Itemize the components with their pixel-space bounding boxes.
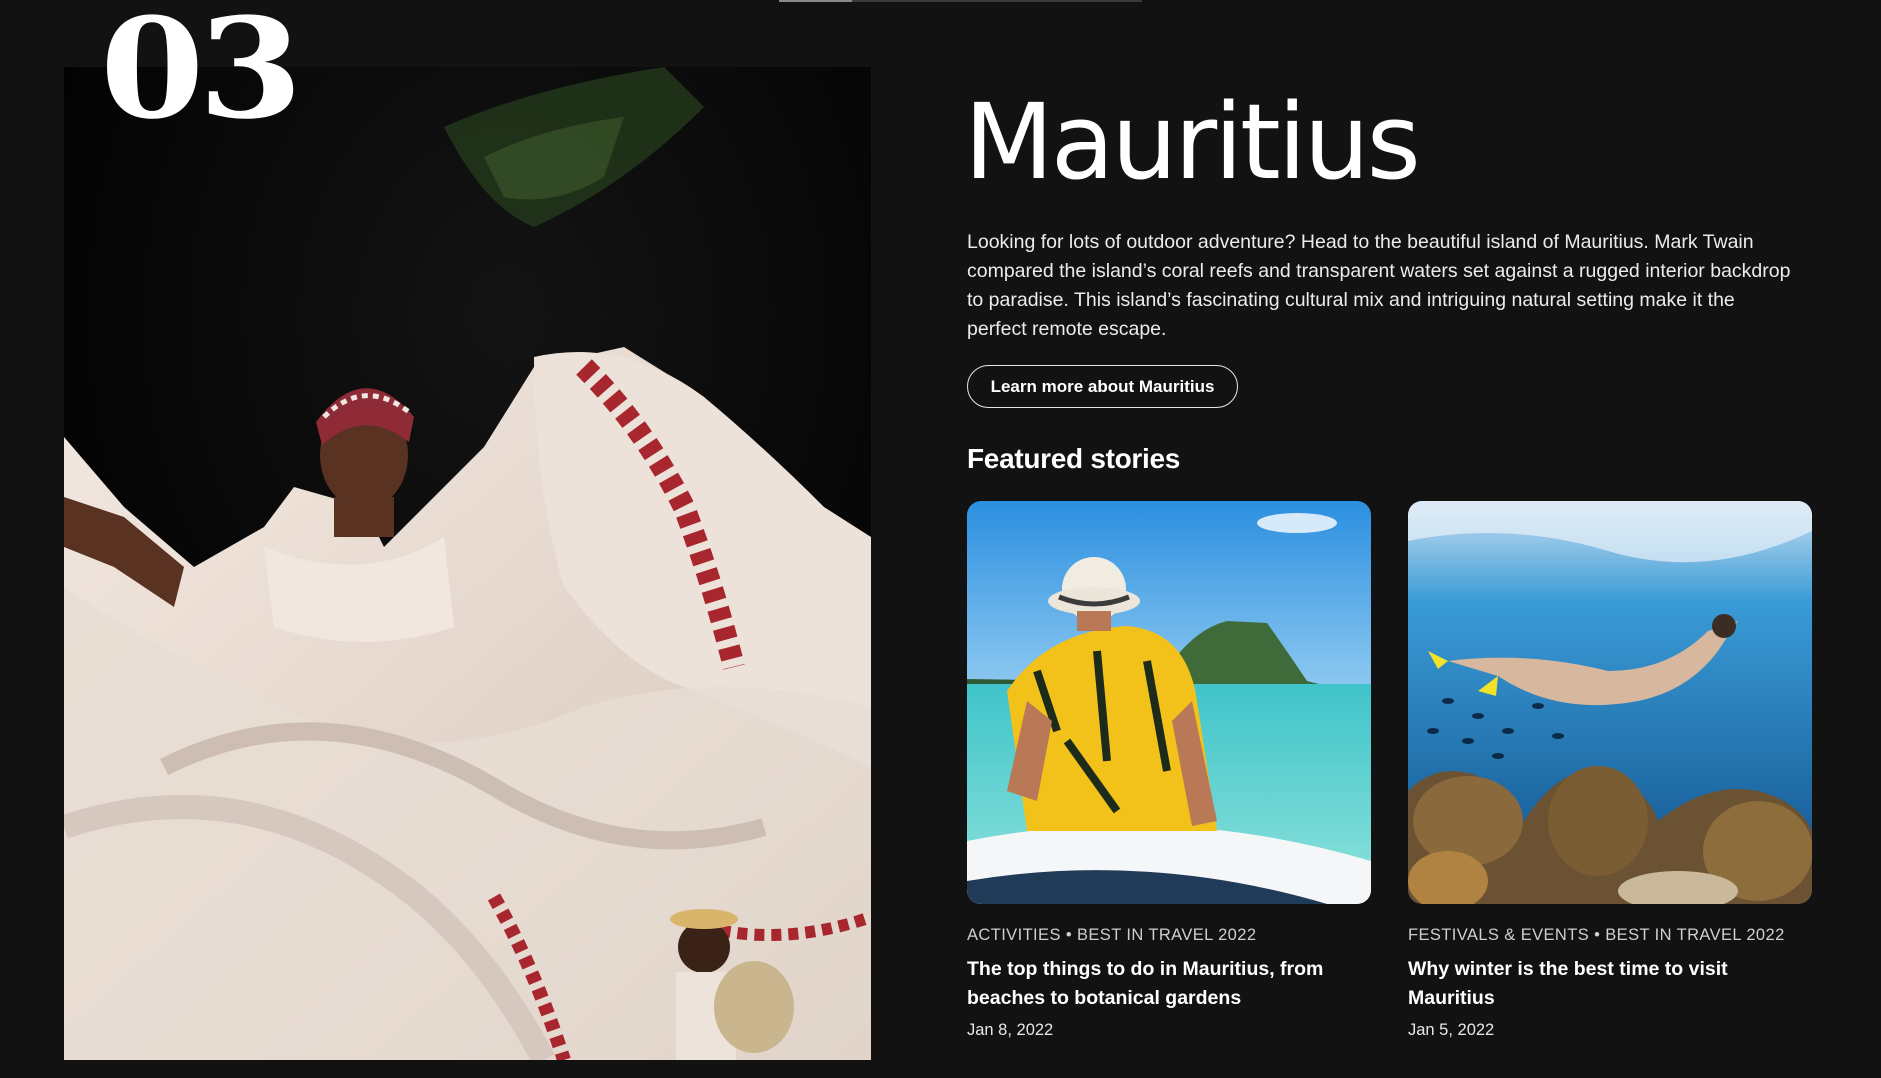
story-tags: ACTIVITIES • BEST IN TRAVEL 2022 <box>967 926 1257 944</box>
story-thumbnail[interactable] <box>1408 501 1812 904</box>
featured-stories-heading: Featured stories <box>967 443 1181 474</box>
destination-rank: 03 <box>100 0 303 150</box>
boat-lagoon-photo <box>967 501 1371 904</box>
story-card[interactable]: ACTIVITIES • BEST IN TRAVEL 2022 The top… <box>967 501 1371 1040</box>
carousel-progress <box>779 0 1142 2</box>
story-tags: FESTIVALS & EVENTS • BEST IN TRAVEL 2022 <box>1408 926 1785 944</box>
carousel-progress-fill <box>779 0 852 2</box>
hero-image <box>64 67 871 1060</box>
story-date: Jan 8, 2022 <box>967 1021 1054 1039</box>
story-date: Jan 5, 2022 <box>1408 1021 1495 1039</box>
sega-dancer-photo <box>64 67 871 1060</box>
story-title[interactable]: Why winter is the best time to visit Mau… <box>1408 955 1798 1013</box>
story-card[interactable]: FESTIVALS & EVENTS • BEST IN TRAVEL 2022… <box>1408 501 1812 1040</box>
destination-title: Mauritius <box>964 81 1421 203</box>
destination-description: Looking for lots of outdoor adventure? H… <box>967 231 1791 340</box>
snorkeler-reef-photo <box>1408 501 1812 904</box>
story-thumbnail[interactable] <box>967 501 1371 904</box>
learn-more-button[interactable]: Learn more about Mauritius <box>967 365 1238 408</box>
story-title[interactable]: The top things to do in Mauritius, from … <box>967 955 1357 1013</box>
